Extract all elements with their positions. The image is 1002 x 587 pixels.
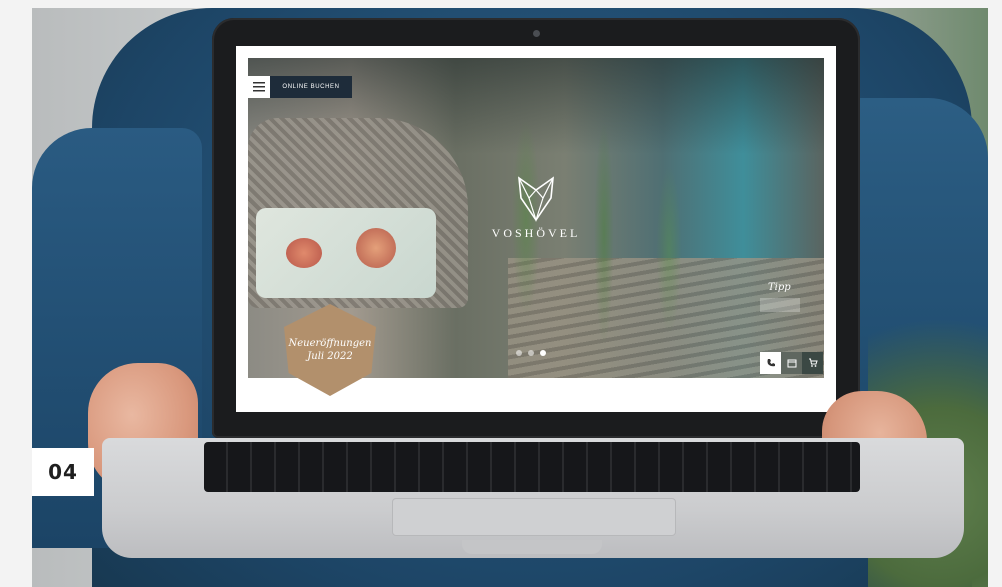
slider-dot[interactable]: [528, 350, 534, 356]
webcam: [533, 30, 540, 37]
online-booking-button[interactable]: ONLINE BUCHEN: [270, 76, 352, 98]
hero-pillow: [256, 208, 436, 298]
keyboard: [204, 442, 860, 492]
menu-button[interactable]: [248, 76, 270, 98]
hamburger-icon: [253, 82, 265, 92]
tipp-label[interactable]: Tipp: [768, 282, 791, 293]
phone-button[interactable]: [760, 352, 781, 374]
opening-badge-text: Neueröffnungen Juli 2022: [288, 338, 372, 362]
trackpad: [392, 498, 676, 536]
phone-icon: [767, 359, 775, 367]
calendar-button[interactable]: [781, 352, 802, 374]
pillow-flower: [286, 238, 322, 268]
tipp-teaser[interactable]: [760, 298, 800, 312]
cart-icon: [808, 358, 818, 367]
quick-actions: [760, 352, 824, 374]
logo-name: VOSHÖVEL: [491, 226, 581, 240]
laptop-base: [102, 438, 964, 558]
slider-dot[interactable]: [516, 350, 522, 356]
fox-logo-icon: [518, 176, 554, 222]
number-label: 04: [32, 448, 94, 496]
photo: ONLINE BUCHEN VOSHÖVEL Tipp Neueröffnung…: [32, 8, 988, 587]
pillow-flower: [356, 228, 396, 268]
hotel-logo: VOSHÖVEL: [486, 176, 586, 256]
laptop-screen: ONLINE BUCHEN VOSHÖVEL Tipp Neueröffnung…: [236, 46, 836, 412]
base-notch: [462, 540, 602, 554]
slider-dot-active[interactable]: [540, 350, 546, 356]
calendar-icon: [787, 359, 796, 368]
cart-button[interactable]: [802, 352, 823, 374]
laptop-lid: ONLINE BUCHEN VOSHÖVEL Tipp Neueröffnung…: [212, 18, 860, 438]
